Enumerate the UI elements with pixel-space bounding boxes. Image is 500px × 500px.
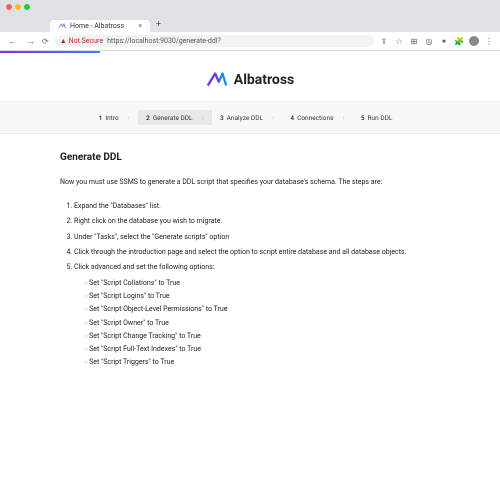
page-heading: Generate DDL xyxy=(60,152,440,163)
profile-avatar[interactable] xyxy=(469,36,479,46)
step-run-ddl[interactable]: 5Run DDL xyxy=(353,110,410,125)
step-analyze-ddl[interactable]: 3Analyze DDL xyxy=(212,110,282,125)
step-generate-ddl[interactable]: 2Generate DDL xyxy=(138,110,212,125)
extension-icon-2[interactable]: ◎ xyxy=(424,37,434,46)
browser-tab[interactable]: Home - Albatross × xyxy=(50,20,150,32)
address-bar[interactable]: ▲ Not Secure https://localhost:9030/gene… xyxy=(54,35,374,47)
list-item: Set "Script Logins" to True xyxy=(84,290,440,303)
list-item: Set "Script Object-Level Permissions" to… xyxy=(84,303,440,316)
extension-icon-3[interactable]: ✶ xyxy=(439,37,449,46)
list-item: Right click on the database you wish to … xyxy=(74,215,440,228)
app-title: Albatross xyxy=(234,72,294,88)
favicon-icon xyxy=(58,22,66,30)
not-secure-badge[interactable]: ▲ Not Secure xyxy=(60,37,103,45)
app-logo-icon xyxy=(206,69,228,91)
app-header: Albatross xyxy=(0,53,500,101)
close-tab-icon[interactable]: × xyxy=(138,22,142,30)
tab-bar: Home - Albatross × + xyxy=(0,14,500,32)
url-text: https://localhost:9030/generate-ddl? xyxy=(107,37,221,45)
share-icon[interactable]: ⇪ xyxy=(379,37,389,46)
list-item: Set "Script Change Tracking" to True xyxy=(84,330,440,343)
list-item: Under "Tasks", select the "Generate scri… xyxy=(74,231,440,244)
maximize-window-button[interactable] xyxy=(24,4,30,10)
browser-chrome: Home - Albatross × + xyxy=(0,0,500,32)
list-item-text: Click advanced and set the following opt… xyxy=(74,263,214,271)
list-item: Set "Script Owner" to True xyxy=(84,317,440,330)
list-item: Set "Script Full-Text Indexes" to True xyxy=(84,343,440,356)
intro-text: Now you must use SSMS to generate a DDL … xyxy=(60,177,440,188)
toolbar-right: ⇪ ☆ ⊞ ◎ ✶ 🧩 ⋮ xyxy=(379,36,494,46)
tab-title: Home - Albatross xyxy=(70,22,124,30)
extension-icon[interactable]: ⊞ xyxy=(409,37,419,46)
list-item: Click advanced and set the following opt… xyxy=(74,261,440,369)
new-tab-button[interactable]: + xyxy=(150,18,167,32)
browser-toolbar: ← → ⟳ ▲ Not Secure https://localhost:903… xyxy=(0,32,500,51)
list-item: Set "Script Collations" to True xyxy=(84,277,440,290)
kebab-menu-icon[interactable]: ⋮ xyxy=(484,37,494,46)
not-secure-label: Not Secure xyxy=(69,37,103,45)
instruction-list: Expand the "Databases" list. Right click… xyxy=(60,200,440,370)
reload-button[interactable]: ⟳ xyxy=(42,37,49,46)
extensions-menu-icon[interactable]: 🧩 xyxy=(454,37,464,46)
back-button[interactable]: ← xyxy=(6,36,19,47)
forward-button[interactable]: → xyxy=(24,36,37,47)
step-intro[interactable]: 1Intro xyxy=(91,110,138,125)
star-icon[interactable]: ☆ xyxy=(394,37,404,46)
list-item: Expand the "Databases" list. xyxy=(74,200,440,213)
window-controls xyxy=(0,0,500,14)
list-item: Set "Script Triggers" to True xyxy=(84,356,440,369)
step-connections[interactable]: 4Connections xyxy=(282,110,352,125)
page-content: Generate DDL Now you must use SSMS to ge… xyxy=(0,134,500,412)
close-window-button[interactable] xyxy=(6,4,12,10)
minimize-window-button[interactable] xyxy=(15,4,21,10)
sub-instruction-list: Set "Script Collations" to True Set "Scr… xyxy=(74,277,440,370)
wizard-stepper: 1Intro 2Generate DDL 3Analyze DDL 4Conne… xyxy=(0,101,500,134)
list-item: Click through the introduction page and … xyxy=(74,246,440,259)
